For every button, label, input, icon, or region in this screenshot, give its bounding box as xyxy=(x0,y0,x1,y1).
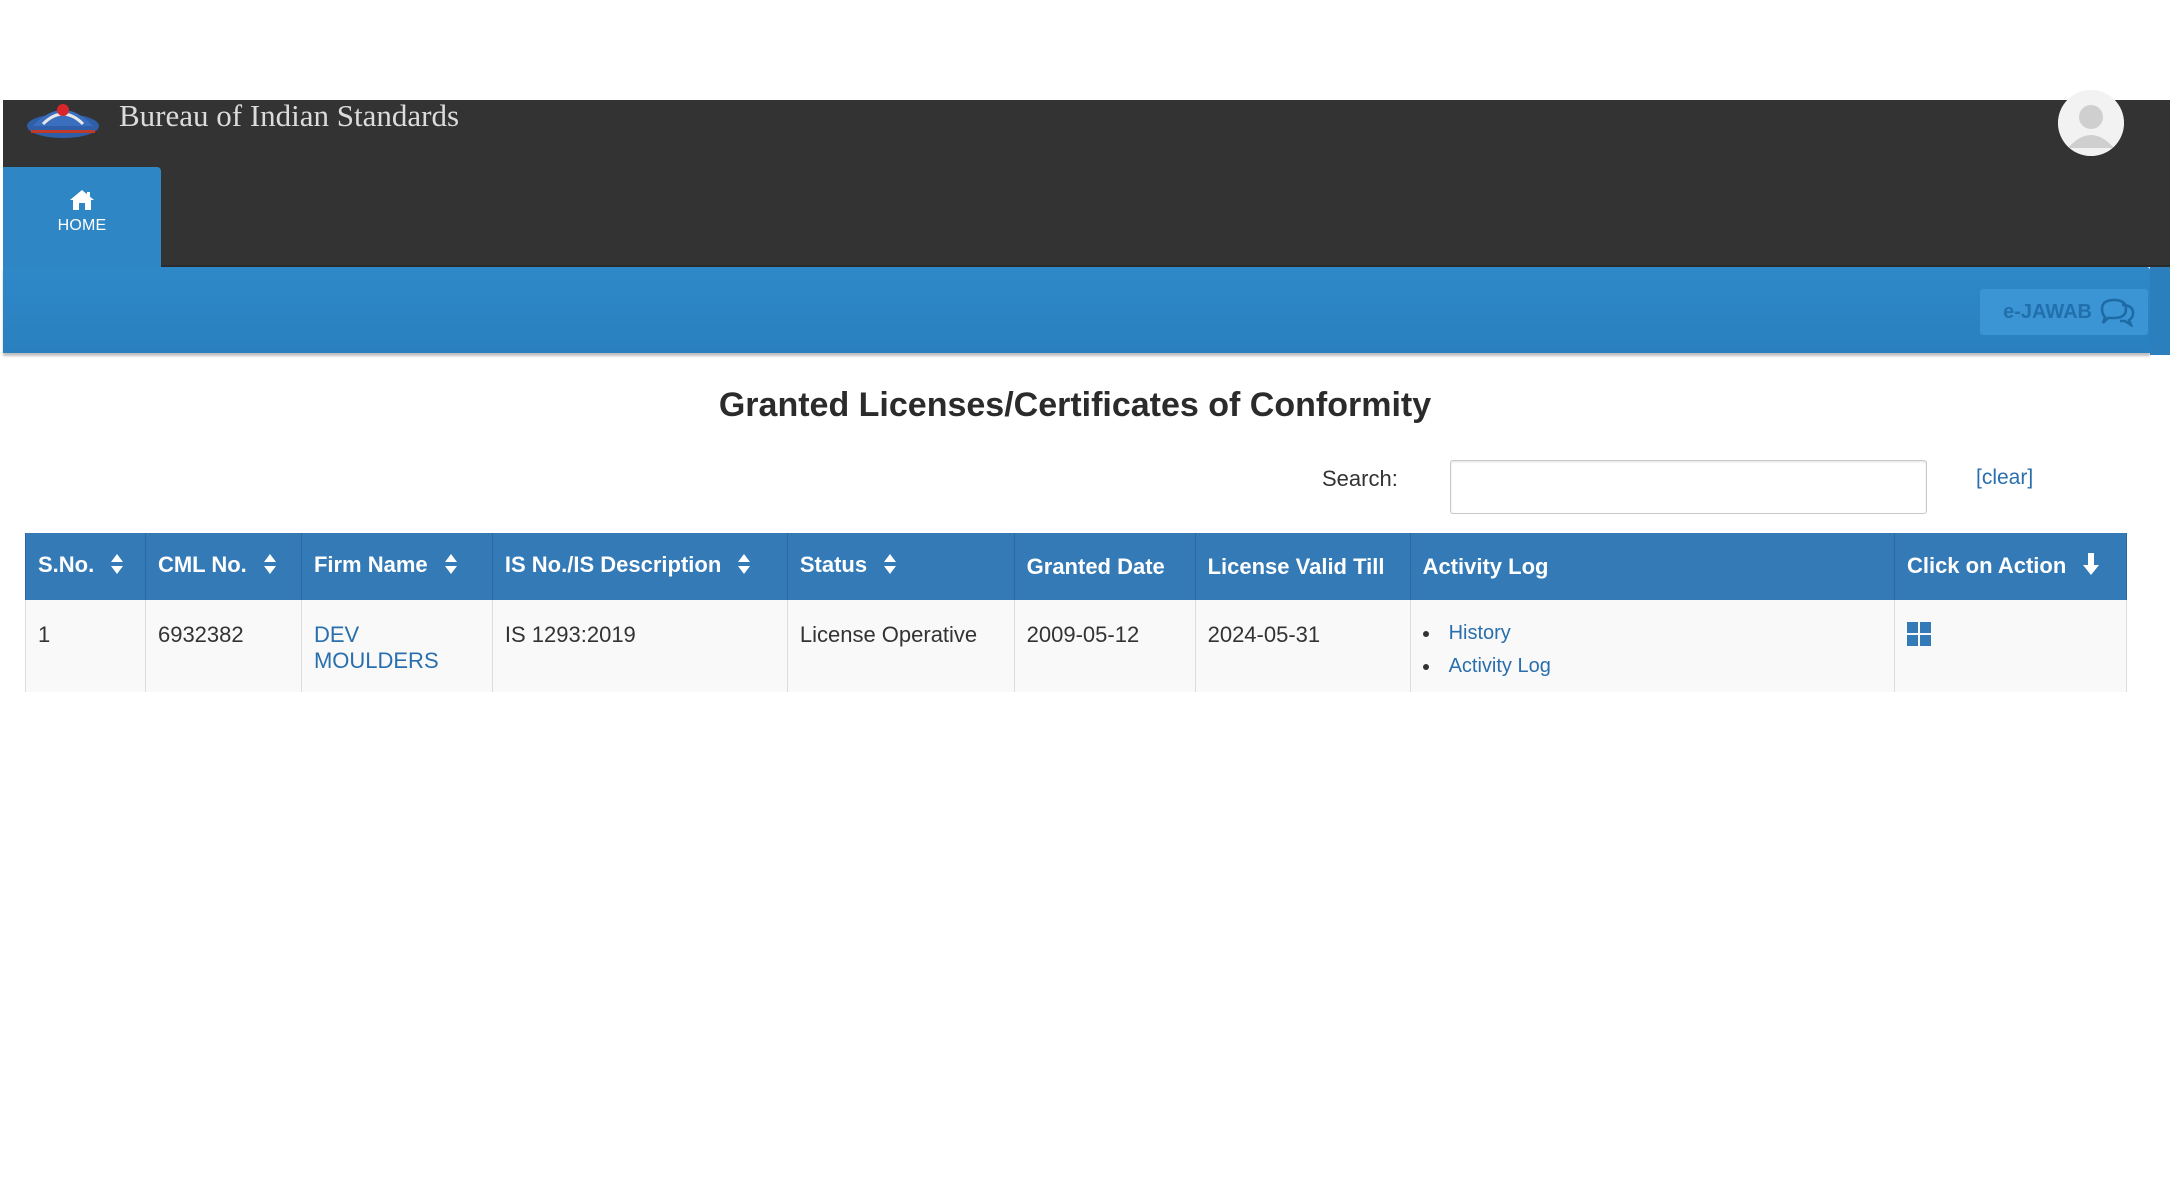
col-header-sno[interactable]: S.No. xyxy=(25,533,146,600)
col-header-action[interactable]: Click on Action xyxy=(1893,533,2128,600)
bis-logo-icon xyxy=(25,100,101,144)
search-input[interactable] xyxy=(1450,460,1927,514)
home-label: HOME xyxy=(57,217,107,234)
cell-cml-no: 6932382 xyxy=(144,600,302,692)
org-name: Bureau of Indian Standards xyxy=(119,98,460,133)
grid-icon[interactable] xyxy=(1906,622,1931,652)
app-shell: Bureau of Indian Standards HOME e-JAWAB xyxy=(3,90,2170,355)
col-header-activity-log: Activity Log xyxy=(1409,533,1895,600)
table-header-row: S.No. CML No. Firm Name IS No./IS Descri… xyxy=(25,533,2128,600)
nav-home-tab[interactable]: HOME xyxy=(3,167,161,267)
col-header-label: IS No./IS Description xyxy=(504,552,722,578)
sub-navbar: e-JAWAB xyxy=(3,267,2170,355)
activity-item: History xyxy=(1441,622,1882,645)
col-header-label: Status xyxy=(799,552,868,578)
col-header-valid-till: License Valid Till xyxy=(1194,533,1411,600)
sort-icon[interactable] xyxy=(110,553,124,581)
col-header-granted-date: Granted Date xyxy=(1013,533,1196,600)
sub-navbar-edge xyxy=(2150,267,2170,355)
top-navbar: Bureau of Indian Standards HOME xyxy=(3,90,2170,267)
col-header-label: Activity Log xyxy=(1422,553,1549,579)
col-header-firm-name[interactable]: Firm Name xyxy=(300,533,493,600)
history-link[interactable]: History xyxy=(1441,622,1511,644)
licenses-table: S.No. CML No. Firm Name IS No./IS Descri… xyxy=(25,533,2128,692)
cell-granted-date: 2009-05-12 xyxy=(1013,600,1196,692)
table-row: 1 6932382 DEV MOULDERS IS 1293:2019 Lice… xyxy=(25,600,2128,692)
search-label: Search: xyxy=(1322,466,1398,491)
user-avatar-icon[interactable] xyxy=(2058,90,2124,156)
col-header-cml-no[interactable]: CML No. xyxy=(144,533,302,600)
cell-valid-till: 2024-05-31 xyxy=(1194,600,1411,692)
clear-search-link[interactable]: [clear] xyxy=(1976,466,2033,490)
activity-item: Activity Log xyxy=(1441,655,1882,678)
firm-name-link[interactable]: DEV MOULDERS xyxy=(314,622,439,673)
col-header-is-no[interactable]: IS No./IS Description xyxy=(491,533,788,600)
cell-activity-log: History Activity Log xyxy=(1409,600,1895,692)
col-header-label: S.No. xyxy=(38,552,95,578)
col-header-status[interactable]: Status xyxy=(786,533,1015,600)
ejawab-button[interactable]: e-JAWAB xyxy=(1980,289,2148,335)
col-header-label: Firm Name xyxy=(313,552,428,578)
cell-sno: 1 xyxy=(25,600,146,692)
activity-links: History Activity Log xyxy=(1423,622,1882,678)
home-icon xyxy=(70,190,94,210)
col-header-label: License Valid Till xyxy=(1207,553,1385,579)
cell-status: License Operative xyxy=(786,600,1015,692)
cell-action xyxy=(1893,600,2128,692)
sort-icon[interactable] xyxy=(263,553,277,581)
col-header-label: Click on Action xyxy=(1906,552,2067,578)
sort-icon[interactable] xyxy=(444,553,458,581)
cell-is-no: IS 1293:2019 xyxy=(491,600,788,692)
sort-icon[interactable] xyxy=(737,553,751,581)
chat-bubbles-icon xyxy=(2100,298,2135,327)
arrow-down-icon xyxy=(2082,552,2100,582)
page-title: Granted Licenses/Certificates of Conform… xyxy=(718,386,1432,424)
col-header-label: Granted Date xyxy=(1026,553,1165,579)
ejawab-label: e-JAWAB xyxy=(2003,300,2092,323)
brand[interactable]: Bureau of Indian Standards xyxy=(25,100,459,146)
cell-firm-name: DEV MOULDERS xyxy=(300,600,493,692)
activity-log-link[interactable]: Activity Log xyxy=(1441,655,1551,677)
sort-icon[interactable] xyxy=(883,553,897,581)
col-header-label: CML No. xyxy=(157,552,247,578)
